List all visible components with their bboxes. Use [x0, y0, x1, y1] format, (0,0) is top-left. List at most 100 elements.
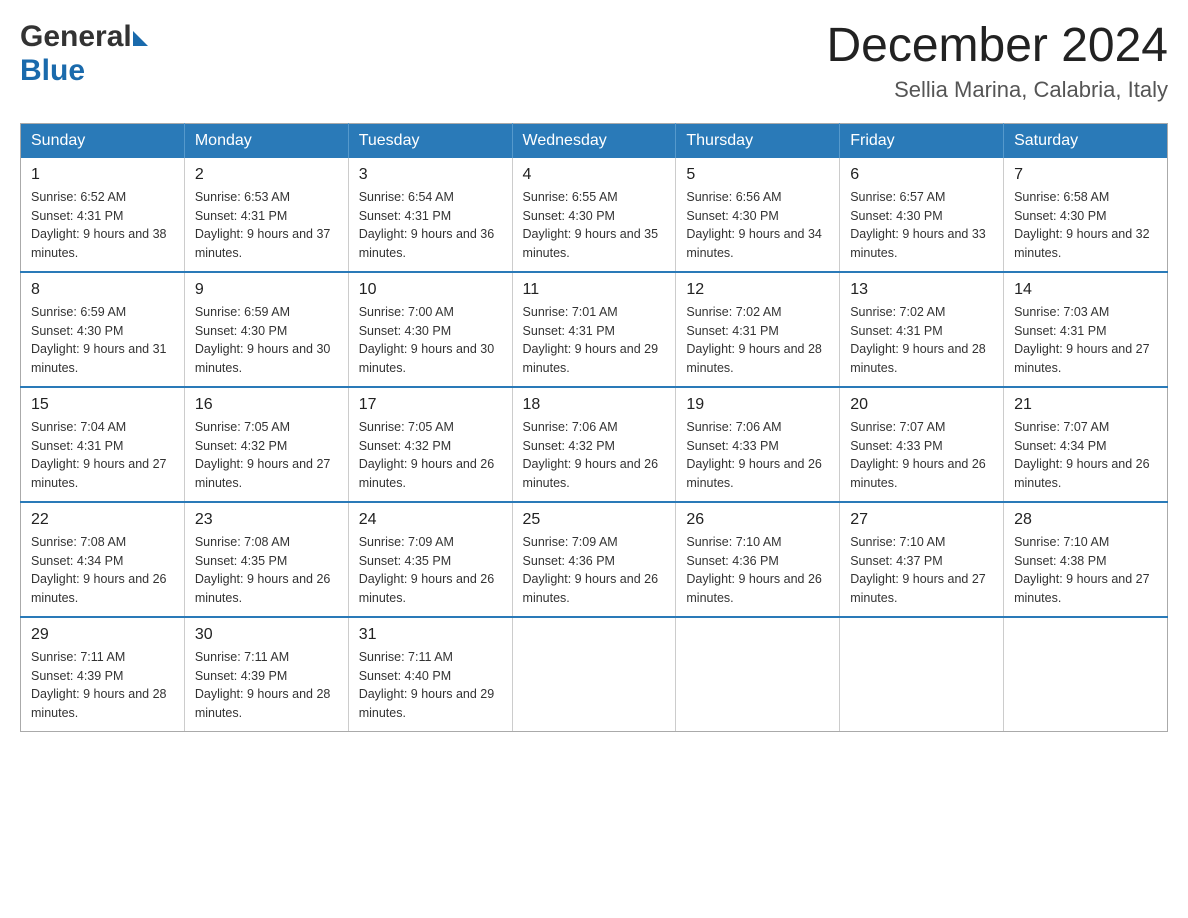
day-info: Sunrise: 7:08 AM Sunset: 4:35 PM Dayligh… — [195, 533, 338, 608]
calendar-day-cell: 21 Sunrise: 7:07 AM Sunset: 4:34 PM Dayl… — [1004, 387, 1168, 502]
calendar-table: SundayMondayTuesdayWednesdayThursdayFrid… — [20, 123, 1168, 732]
day-number: 17 — [359, 396, 502, 414]
day-info: Sunrise: 7:08 AM Sunset: 4:34 PM Dayligh… — [31, 533, 174, 608]
day-of-week-header: Wednesday — [512, 123, 676, 158]
calendar-day-cell: 17 Sunrise: 7:05 AM Sunset: 4:32 PM Dayl… — [348, 387, 512, 502]
day-info: Sunrise: 7:02 AM Sunset: 4:31 PM Dayligh… — [850, 303, 993, 378]
calendar-day-cell: 30 Sunrise: 7:11 AM Sunset: 4:39 PM Dayl… — [184, 617, 348, 732]
day-info: Sunrise: 6:57 AM Sunset: 4:30 PM Dayligh… — [850, 188, 993, 263]
day-number: 7 — [1014, 166, 1157, 184]
calendar-day-cell: 23 Sunrise: 7:08 AM Sunset: 4:35 PM Dayl… — [184, 502, 348, 617]
calendar-week-row: 8 Sunrise: 6:59 AM Sunset: 4:30 PM Dayli… — [21, 272, 1168, 387]
calendar-day-cell: 1 Sunrise: 6:52 AM Sunset: 4:31 PM Dayli… — [21, 158, 185, 272]
day-info: Sunrise: 7:07 AM Sunset: 4:34 PM Dayligh… — [1014, 418, 1157, 493]
calendar-day-cell: 13 Sunrise: 7:02 AM Sunset: 4:31 PM Dayl… — [840, 272, 1004, 387]
logo: General Blue — [20, 20, 148, 88]
day-info: Sunrise: 7:06 AM Sunset: 4:32 PM Dayligh… — [523, 418, 666, 493]
day-info: Sunrise: 7:07 AM Sunset: 4:33 PM Dayligh… — [850, 418, 993, 493]
day-number: 27 — [850, 511, 993, 529]
day-info: Sunrise: 6:54 AM Sunset: 4:31 PM Dayligh… — [359, 188, 502, 263]
calendar-day-cell: 15 Sunrise: 7:04 AM Sunset: 4:31 PM Dayl… — [21, 387, 185, 502]
logo-arrow-icon — [133, 31, 148, 46]
calendar-week-row: 15 Sunrise: 7:04 AM Sunset: 4:31 PM Dayl… — [21, 387, 1168, 502]
day-of-week-header: Monday — [184, 123, 348, 158]
day-number: 12 — [686, 281, 829, 299]
day-info: Sunrise: 7:09 AM Sunset: 4:36 PM Dayligh… — [523, 533, 666, 608]
day-info: Sunrise: 7:02 AM Sunset: 4:31 PM Dayligh… — [686, 303, 829, 378]
calendar-day-cell: 31 Sunrise: 7:11 AM Sunset: 4:40 PM Dayl… — [348, 617, 512, 732]
day-info: Sunrise: 6:59 AM Sunset: 4:30 PM Dayligh… — [195, 303, 338, 378]
calendar-day-cell: 27 Sunrise: 7:10 AM Sunset: 4:37 PM Dayl… — [840, 502, 1004, 617]
logo-general-text: General — [20, 20, 132, 54]
calendar-day-cell: 25 Sunrise: 7:09 AM Sunset: 4:36 PM Dayl… — [512, 502, 676, 617]
calendar-header-row: SundayMondayTuesdayWednesdayThursdayFrid… — [21, 123, 1168, 158]
calendar-week-row: 1 Sunrise: 6:52 AM Sunset: 4:31 PM Dayli… — [21, 158, 1168, 272]
day-number: 18 — [523, 396, 666, 414]
day-number: 25 — [523, 511, 666, 529]
calendar-week-row: 29 Sunrise: 7:11 AM Sunset: 4:39 PM Dayl… — [21, 617, 1168, 732]
calendar-day-cell: 24 Sunrise: 7:09 AM Sunset: 4:35 PM Dayl… — [348, 502, 512, 617]
logo-blue-text: Blue — [20, 54, 85, 88]
day-number: 19 — [686, 396, 829, 414]
day-number: 26 — [686, 511, 829, 529]
calendar-day-cell: 14 Sunrise: 7:03 AM Sunset: 4:31 PM Dayl… — [1004, 272, 1168, 387]
day-info: Sunrise: 7:00 AM Sunset: 4:30 PM Dayligh… — [359, 303, 502, 378]
day-info: Sunrise: 7:01 AM Sunset: 4:31 PM Dayligh… — [523, 303, 666, 378]
day-info: Sunrise: 7:11 AM Sunset: 4:39 PM Dayligh… — [195, 648, 338, 723]
day-of-week-header: Sunday — [21, 123, 185, 158]
calendar-day-cell: 7 Sunrise: 6:58 AM Sunset: 4:30 PM Dayli… — [1004, 158, 1168, 272]
day-info: Sunrise: 7:03 AM Sunset: 4:31 PM Dayligh… — [1014, 303, 1157, 378]
day-number: 30 — [195, 626, 338, 644]
day-info: Sunrise: 6:56 AM Sunset: 4:30 PM Dayligh… — [686, 188, 829, 263]
day-info: Sunrise: 6:59 AM Sunset: 4:30 PM Dayligh… — [31, 303, 174, 378]
day-of-week-header: Saturday — [1004, 123, 1168, 158]
day-number: 31 — [359, 626, 502, 644]
calendar-day-cell: 3 Sunrise: 6:54 AM Sunset: 4:31 PM Dayli… — [348, 158, 512, 272]
calendar-day-cell: 29 Sunrise: 7:11 AM Sunset: 4:39 PM Dayl… — [21, 617, 185, 732]
calendar-day-cell: 2 Sunrise: 6:53 AM Sunset: 4:31 PM Dayli… — [184, 158, 348, 272]
calendar-day-cell: 4 Sunrise: 6:55 AM Sunset: 4:30 PM Dayli… — [512, 158, 676, 272]
day-info: Sunrise: 6:55 AM Sunset: 4:30 PM Dayligh… — [523, 188, 666, 263]
day-number: 11 — [523, 281, 666, 299]
calendar-day-cell: 9 Sunrise: 6:59 AM Sunset: 4:30 PM Dayli… — [184, 272, 348, 387]
day-number: 21 — [1014, 396, 1157, 414]
calendar-day-cell — [676, 617, 840, 732]
calendar-day-cell: 28 Sunrise: 7:10 AM Sunset: 4:38 PM Dayl… — [1004, 502, 1168, 617]
day-info: Sunrise: 7:11 AM Sunset: 4:40 PM Dayligh… — [359, 648, 502, 723]
calendar-day-cell: 5 Sunrise: 6:56 AM Sunset: 4:30 PM Dayli… — [676, 158, 840, 272]
day-number: 6 — [850, 166, 993, 184]
calendar-day-cell: 6 Sunrise: 6:57 AM Sunset: 4:30 PM Dayli… — [840, 158, 1004, 272]
page-header: General Blue December 2024 Sellia Marina… — [20, 20, 1168, 103]
day-number: 8 — [31, 281, 174, 299]
calendar-day-cell — [512, 617, 676, 732]
day-number: 1 — [31, 166, 174, 184]
day-of-week-header: Tuesday — [348, 123, 512, 158]
day-number: 9 — [195, 281, 338, 299]
day-number: 22 — [31, 511, 174, 529]
day-number: 15 — [31, 396, 174, 414]
day-number: 4 — [523, 166, 666, 184]
day-number: 2 — [195, 166, 338, 184]
day-of-week-header: Friday — [840, 123, 1004, 158]
day-info: Sunrise: 7:11 AM Sunset: 4:39 PM Dayligh… — [31, 648, 174, 723]
day-of-week-header: Thursday — [676, 123, 840, 158]
day-number: 24 — [359, 511, 502, 529]
day-number: 3 — [359, 166, 502, 184]
calendar-day-cell: 10 Sunrise: 7:00 AM Sunset: 4:30 PM Dayl… — [348, 272, 512, 387]
day-info: Sunrise: 7:10 AM Sunset: 4:36 PM Dayligh… — [686, 533, 829, 608]
calendar-day-cell: 20 Sunrise: 7:07 AM Sunset: 4:33 PM Dayl… — [840, 387, 1004, 502]
day-info: Sunrise: 7:04 AM Sunset: 4:31 PM Dayligh… — [31, 418, 174, 493]
day-info: Sunrise: 6:53 AM Sunset: 4:31 PM Dayligh… — [195, 188, 338, 263]
day-number: 14 — [1014, 281, 1157, 299]
day-number: 5 — [686, 166, 829, 184]
day-number: 23 — [195, 511, 338, 529]
title-section: December 2024 Sellia Marina, Calabria, I… — [826, 20, 1168, 103]
calendar-day-cell: 26 Sunrise: 7:10 AM Sunset: 4:36 PM Dayl… — [676, 502, 840, 617]
calendar-day-cell: 11 Sunrise: 7:01 AM Sunset: 4:31 PM Dayl… — [512, 272, 676, 387]
day-number: 29 — [31, 626, 174, 644]
day-number: 28 — [1014, 511, 1157, 529]
day-info: Sunrise: 7:10 AM Sunset: 4:38 PM Dayligh… — [1014, 533, 1157, 608]
day-info: Sunrise: 6:58 AM Sunset: 4:30 PM Dayligh… — [1014, 188, 1157, 263]
day-number: 13 — [850, 281, 993, 299]
day-info: Sunrise: 6:52 AM Sunset: 4:31 PM Dayligh… — [31, 188, 174, 263]
